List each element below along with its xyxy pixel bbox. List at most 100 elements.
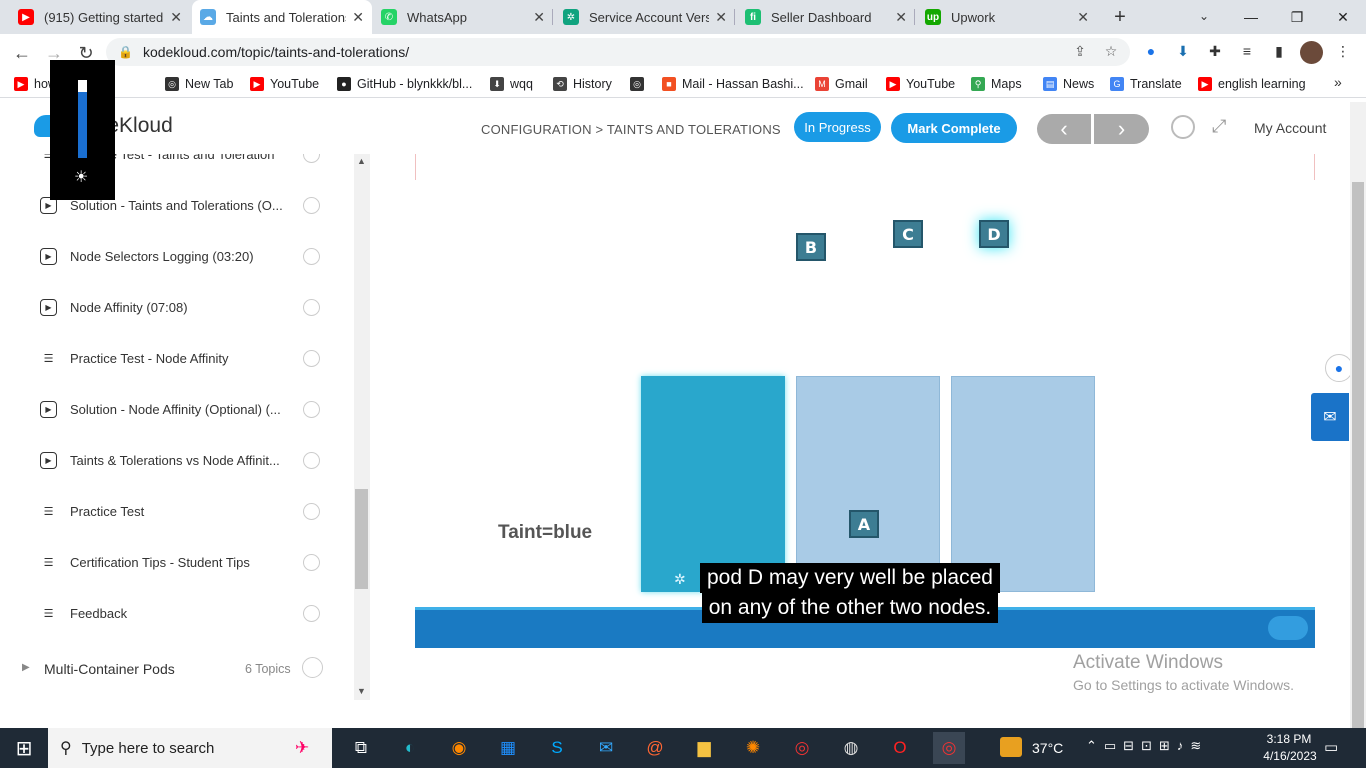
share-icon[interactable]: ⇪ (1069, 40, 1091, 62)
bookmark-5[interactable]: ⬇ wqq (490, 74, 533, 94)
mark-complete-button[interactable]: Mark Complete (891, 113, 1017, 143)
firefox-icon[interactable]: ◉ (443, 732, 475, 764)
edge-icon[interactable]: ◐ (394, 732, 426, 764)
tab-close-icon[interactable]: ✕ (715, 9, 727, 26)
tab-3[interactable]: ✆ WhatsApp ✕ (373, 0, 553, 34)
in-progress-badge[interactable]: In Progress (794, 112, 881, 142)
bookmark-4[interactable]: ● GitHub - blynkkk/bl... (337, 74, 472, 94)
side-panel-icon[interactable]: ▮ (1268, 40, 1290, 62)
lesson-status-circle[interactable] (303, 154, 320, 163)
sidebar-lesson-item[interactable]: ▶ Node Affinity (07:08) (0, 282, 350, 333)
brightness-slider[interactable] (78, 80, 87, 158)
lesson-status-circle[interactable] (303, 248, 320, 265)
lesson-status-circle[interactable] (303, 197, 320, 214)
new-tab-button[interactable]: + (1108, 4, 1132, 30)
fullscreen-icon[interactable]: ⤢ (1212, 116, 1226, 137)
bookmark-12[interactable]: ▤ News (1043, 74, 1094, 94)
sidebar-lesson-item[interactable]: ▶ Solution - Node Affinity (Optional) (..… (0, 384, 350, 435)
bookmarks-overflow-icon[interactable]: » (1334, 74, 1352, 94)
chrome-icon[interactable]: ◎ (786, 732, 818, 764)
clock-date[interactable]: 4/16/2023 (1260, 749, 1320, 763)
page-scroll-thumb[interactable] (1352, 182, 1364, 768)
swirl-app-icon[interactable]: @ (639, 732, 671, 764)
lesson-status-circle[interactable] (303, 299, 320, 316)
skype-icon[interactable]: S (541, 732, 573, 764)
microphone-extension-icon[interactable]: ● (1140, 40, 1162, 62)
tab-title: Taints and Tolerations (226, 9, 347, 25)
tab-4[interactable]: ✲ Service Account Versio ✕ (555, 0, 735, 34)
bookmark-2[interactable]: ◎ New Tab (165, 74, 233, 94)
weather-icon[interactable] (1000, 737, 1022, 757)
opera-icon[interactable]: O (884, 732, 916, 764)
lesson-status-circle[interactable] (303, 401, 320, 418)
profile-avatar[interactable] (1300, 41, 1323, 64)
notification-icon[interactable]: ▭ (1324, 738, 1338, 756)
bookmark-7[interactable]: ◎ (630, 74, 650, 94)
tab-1[interactable]: ▶ (915) Getting started w ✕ (10, 0, 190, 34)
lesson-status-circle[interactable] (303, 554, 320, 571)
my-account-link[interactable]: My Account (1254, 120, 1326, 136)
next-topic-button[interactable]: › (1094, 114, 1149, 144)
download-extension-icon[interactable]: ⬇ (1172, 40, 1194, 62)
restore-button[interactable]: ❐ (1274, 0, 1320, 34)
bookmark-favicon-icon: G (1110, 77, 1124, 91)
bookmark-10[interactable]: ▶ YouTube (886, 74, 955, 94)
close-window-button[interactable]: ✕ (1320, 0, 1366, 34)
obs-icon[interactable]: ◍ (835, 732, 867, 764)
sidebar-scrollbar[interactable]: ▲ ▼ (354, 154, 370, 700)
bookmark-3[interactable]: ▶ YouTube (250, 74, 319, 94)
settings-app-icon[interactable]: ✺ (737, 732, 769, 764)
tray-icons[interactable]: ⌃▭⊟⊡⊞♪≋ (1086, 738, 1208, 754)
tab-close-icon[interactable]: ✕ (1077, 9, 1089, 26)
bookmark-9[interactable]: M Gmail (815, 74, 868, 94)
task-view-icon[interactable]: ⧉ (345, 732, 377, 764)
bookmark-6[interactable]: ⟲ History (553, 74, 612, 94)
tab-6[interactable]: up Upwork ✕ (917, 0, 1097, 34)
clock-time[interactable]: 3:18 PM (1263, 732, 1315, 746)
sidebar-lesson-item[interactable]: ▶ Node Selectors Logging (03:20) (0, 231, 350, 282)
dark-mode-icon[interactable] (1171, 115, 1195, 139)
sidebar-lesson-item[interactable]: ▶ Taints & Tolerations vs Node Affinit... (0, 435, 350, 486)
tab-5[interactable]: fi Seller Dashboard ✕ (737, 0, 915, 34)
tab-close-icon[interactable]: ✕ (170, 9, 182, 26)
file-explorer-icon[interactable]: ▆ (688, 732, 720, 764)
kite-app-icon[interactable]: ✈ (286, 732, 318, 764)
sidebar-scroll-thumb[interactable] (355, 489, 368, 589)
lesson-status-circle[interactable] (303, 350, 320, 367)
bookmark-star-icon[interactable]: ☆ (1100, 40, 1122, 62)
sidebar-scroll-up-icon[interactable]: ▲ (357, 156, 366, 166)
bookmark-8[interactable]: ■ Mail - Hassan Bashi... (662, 74, 804, 94)
browser-menu-icon[interactable]: ⋮ (1332, 40, 1354, 62)
tab-2[interactable]: ☁ Taints and Tolerations ✕ (192, 0, 372, 34)
address-bar[interactable]: 🔒 kodekloud.com/topic/taints-and-tolerat… (106, 38, 1130, 66)
chat-widget-button[interactable]: ✉ (1311, 393, 1349, 441)
back-icon[interactable]: ← (9, 40, 35, 66)
tab-close-icon[interactable]: ✕ (533, 9, 545, 26)
sidebar-lesson-item[interactable]: ☰ Practice Test (0, 486, 350, 537)
section-row[interactable]: ▶ Multi-Container Pods 6 Topics (0, 647, 350, 693)
tab-close-icon[interactable]: ✕ (895, 9, 907, 26)
tab-search-icon[interactable]: ⌄ (1192, 6, 1216, 26)
bookmark-13[interactable]: G Translate (1110, 74, 1182, 94)
mail-icon[interactable]: ✉ (590, 732, 622, 764)
puzzle-extensions-icon[interactable]: ✚ (1204, 40, 1226, 62)
lesson-status-circle[interactable] (303, 503, 320, 520)
page-scrollbar[interactable] (1350, 102, 1366, 768)
previous-topic-button[interactable]: ‹ (1037, 114, 1091, 144)
bookmark-11[interactable]: ⚲ Maps (971, 74, 1022, 94)
windows-start-icon[interactable]: ⊞ (8, 732, 40, 764)
chrome-profile-icon[interactable]: ◎ (933, 732, 965, 764)
sidebar-lesson-item[interactable]: ☰ Feedback (0, 588, 350, 639)
sidebar-lesson-item[interactable]: ☰ Practice Test - Node Affinity (0, 333, 350, 384)
temperature-text[interactable]: 37°C (1032, 740, 1063, 756)
sidebar-scroll-down-icon[interactable]: ▼ (357, 686, 366, 696)
minimize-button[interactable]: — (1228, 0, 1274, 34)
tab-close-icon[interactable]: ✕ (352, 9, 364, 26)
lesson-status-circle[interactable] (303, 452, 320, 469)
store-icon[interactable]: ▦ (492, 732, 524, 764)
voice-widget-icon[interactable]: ● (1325, 354, 1353, 382)
reading-list-icon[interactable]: ≡ (1236, 40, 1258, 62)
lesson-status-circle[interactable] (303, 605, 320, 622)
sidebar-lesson-item[interactable]: ☰ Certification Tips - Student Tips (0, 537, 350, 588)
bookmark-14[interactable]: ▶ english learning (1198, 74, 1306, 94)
